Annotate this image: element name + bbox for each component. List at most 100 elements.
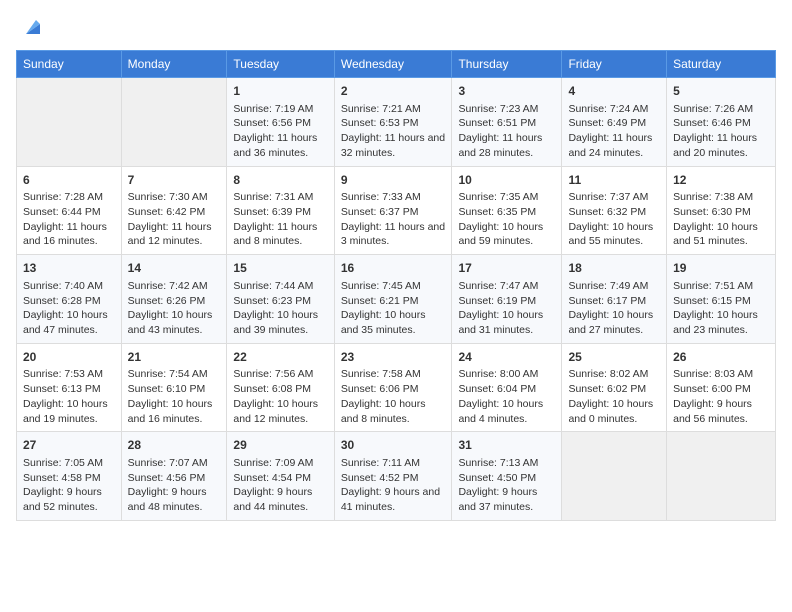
day-info: Sunrise: 7:11 AMSunset: 4:52 PMDaylight:…: [341, 456, 446, 515]
day-info: Sunrise: 7:54 AMSunset: 6:10 PMDaylight:…: [128, 367, 221, 426]
day-info: Sunrise: 7:23 AMSunset: 6:51 PMDaylight:…: [458, 102, 555, 161]
weekday-header: Saturday: [667, 51, 776, 78]
day-number: 21: [128, 349, 221, 366]
day-info: Sunrise: 7:07 AMSunset: 4:56 PMDaylight:…: [128, 456, 221, 515]
calendar-day-cell: [17, 78, 122, 167]
calendar-day-cell: 22Sunrise: 7:56 AMSunset: 6:08 PMDayligh…: [227, 343, 334, 432]
day-info: Sunrise: 7:38 AMSunset: 6:30 PMDaylight:…: [673, 190, 769, 249]
day-number: 31: [458, 437, 555, 454]
calendar-day-cell: 11Sunrise: 7:37 AMSunset: 6:32 PMDayligh…: [562, 166, 667, 255]
calendar-day-cell: [121, 78, 227, 167]
day-number: 12: [673, 172, 769, 189]
day-number: 24: [458, 349, 555, 366]
calendar-day-cell: 31 Sunrise: 7:13 AMSunset: 4:50 PMDayligh…: [452, 432, 562, 521]
calendar-week-row: 6Sunrise: 7:28 AMSunset: 6:44 PMDaylight…: [17, 166, 776, 255]
day-number: 29: [233, 437, 327, 454]
day-number: 11: [568, 172, 660, 189]
calendar-day-cell: 21Sunrise: 7:54 AMSunset: 6:10 PMDayligh…: [121, 343, 227, 432]
day-number: 15: [233, 260, 327, 277]
day-number: 25: [568, 349, 660, 366]
day-number: 16: [341, 260, 446, 277]
day-number: 30: [341, 437, 446, 454]
day-info: Sunrise: 7:56 AMSunset: 6:08 PMDaylight:…: [233, 367, 327, 426]
calendar-day-cell: 25Sunrise: 8:02 AMSunset: 6:02 PMDayligh…: [562, 343, 667, 432]
day-info: Sunrise: 8:02 AMSunset: 6:02 PMDaylight:…: [568, 367, 660, 426]
weekday-header: Tuesday: [227, 51, 334, 78]
day-info: Sunrise: 7:42 AMSunset: 6:26 PMDaylight:…: [128, 279, 221, 338]
day-info: Sunrise: 7:28 AMSunset: 6:44 PMDaylight:…: [23, 190, 115, 249]
calendar-day-cell: 23Sunrise: 7:58 AMSunset: 6:06 PMDayligh…: [334, 343, 452, 432]
calendar-table: SundayMondayTuesdayWednesdayThursdayFrid…: [16, 50, 776, 521]
day-number: 19: [673, 260, 769, 277]
day-info: Sunrise: 7:13 AMSunset: 4:50 PMDaylight:…: [458, 456, 555, 515]
calendar-day-cell: 14 Sunrise: 7:42 AMSunset: 6:26 PMDayligh…: [121, 255, 227, 344]
day-info: Sunrise: 7:49 AMSunset: 6:17 PMDaylight:…: [568, 279, 660, 338]
calendar-day-cell: 9Sunrise: 7:33 AMSunset: 6:37 PMDaylight…: [334, 166, 452, 255]
calendar-day-cell: 30 Sunrise: 7:11 AMSunset: 4:52 PMDayligh…: [334, 432, 452, 521]
day-number: 1: [233, 83, 327, 100]
day-info: Sunrise: 7:30 AMSunset: 6:42 PMDaylight:…: [128, 190, 221, 249]
day-number: 8: [233, 172, 327, 189]
calendar-day-cell: 16 Sunrise: 7:45 AMSunset: 6:21 PMDayligh…: [334, 255, 452, 344]
day-number: 18: [568, 260, 660, 277]
day-number: 4: [568, 83, 660, 100]
day-number: 23: [341, 349, 446, 366]
day-number: 26: [673, 349, 769, 366]
day-info: Sunrise: 7:37 AMSunset: 6:32 PMDaylight:…: [568, 190, 660, 249]
day-number: 14: [128, 260, 221, 277]
calendar-day-cell: 8Sunrise: 7:31 AMSunset: 6:39 PMDaylight…: [227, 166, 334, 255]
calendar-day-cell: 2 Sunrise: 7:21 AMSunset: 6:53 PMDaylight…: [334, 78, 452, 167]
calendar-day-cell: 13 Sunrise: 7:40 AMSunset: 6:28 PMDayligh…: [17, 255, 122, 344]
day-info: Sunrise: 7:35 AMSunset: 6:35 PMDaylight:…: [458, 190, 555, 249]
day-info: Sunrise: 7:40 AMSunset: 6:28 PMDaylight:…: [23, 279, 115, 338]
day-info: Sunrise: 7:21 AMSunset: 6:53 PMDaylight:…: [341, 102, 446, 161]
calendar-day-cell: 18 Sunrise: 7:49 AMSunset: 6:17 PMDayligh…: [562, 255, 667, 344]
calendar-day-cell: [562, 432, 667, 521]
calendar-header: SundayMondayTuesdayWednesdayThursdayFrid…: [17, 51, 776, 78]
day-info: Sunrise: 7:47 AMSunset: 6:19 PMDaylight:…: [458, 279, 555, 338]
day-info: Sunrise: 7:45 AMSunset: 6:21 PMDaylight:…: [341, 279, 446, 338]
calendar-day-cell: 27 Sunrise: 7:05 AMSunset: 4:58 PMDayligh…: [17, 432, 122, 521]
day-number: 13: [23, 260, 115, 277]
logo-icon: [22, 16, 44, 38]
calendar-day-cell: 17 Sunrise: 7:47 AMSunset: 6:19 PMDayligh…: [452, 255, 562, 344]
day-info: Sunrise: 7:58 AMSunset: 6:06 PMDaylight:…: [341, 367, 446, 426]
weekday-header: Monday: [121, 51, 227, 78]
calendar-day-cell: 29 Sunrise: 7:09 AMSunset: 4:54 PMDayligh…: [227, 432, 334, 521]
day-number: 9: [341, 172, 446, 189]
day-number: 2: [341, 83, 446, 100]
calendar-day-cell: 1Sunrise: 7:19 AMSunset: 6:56 PMDaylight…: [227, 78, 334, 167]
day-info: Sunrise: 7:51 AMSunset: 6:15 PMDaylight:…: [673, 279, 769, 338]
calendar-week-row: 13 Sunrise: 7:40 AMSunset: 6:28 PMDayligh…: [17, 255, 776, 344]
page-header: [16, 16, 776, 38]
calendar-day-cell: 26Sunrise: 8:03 AMSunset: 6:00 PMDayligh…: [667, 343, 776, 432]
calendar-week-row: 1Sunrise: 7:19 AMSunset: 6:56 PMDaylight…: [17, 78, 776, 167]
logo: [16, 16, 44, 38]
calendar-day-cell: 15 Sunrise: 7:44 AMSunset: 6:23 PMDayligh…: [227, 255, 334, 344]
day-info: Sunrise: 8:03 AMSunset: 6:00 PMDaylight:…: [673, 367, 769, 426]
calendar-day-cell: 10Sunrise: 7:35 AMSunset: 6:35 PMDayligh…: [452, 166, 562, 255]
day-number: 3: [458, 83, 555, 100]
day-info: Sunrise: 7:09 AMSunset: 4:54 PMDaylight:…: [233, 456, 327, 515]
day-info: Sunrise: 7:44 AMSunset: 6:23 PMDaylight:…: [233, 279, 327, 338]
day-number: 27: [23, 437, 115, 454]
calendar-day-cell: 7Sunrise: 7:30 AMSunset: 6:42 PMDaylight…: [121, 166, 227, 255]
calendar-day-cell: 28Sunrise: 7:07 AMSunset: 4:56 PMDayligh…: [121, 432, 227, 521]
day-info: Sunrise: 7:26 AMSunset: 6:46 PMDaylight:…: [673, 102, 769, 161]
day-number: 5: [673, 83, 769, 100]
calendar-week-row: 20Sunrise: 7:53 AMSunset: 6:13 PMDayligh…: [17, 343, 776, 432]
calendar-day-cell: 4 Sunrise: 7:24 AMSunset: 6:49 PMDaylight…: [562, 78, 667, 167]
day-info: Sunrise: 7:24 AMSunset: 6:49 PMDaylight:…: [568, 102, 660, 161]
day-number: 6: [23, 172, 115, 189]
calendar-day-cell: 24Sunrise: 8:00 AMSunset: 6:04 PMDayligh…: [452, 343, 562, 432]
day-info: Sunrise: 7:33 AMSunset: 6:37 PMDaylight:…: [341, 190, 446, 249]
weekday-header: Thursday: [452, 51, 562, 78]
weekday-header: Sunday: [17, 51, 122, 78]
calendar-day-cell: [667, 432, 776, 521]
day-number: 7: [128, 172, 221, 189]
day-number: 17: [458, 260, 555, 277]
day-number: 22: [233, 349, 327, 366]
calendar-day-cell: 5 Sunrise: 7:26 AMSunset: 6:46 PMDaylight…: [667, 78, 776, 167]
calendar-week-row: 27 Sunrise: 7:05 AMSunset: 4:58 PMDayligh…: [17, 432, 776, 521]
day-info: Sunrise: 7:05 AMSunset: 4:58 PMDaylight:…: [23, 456, 115, 515]
